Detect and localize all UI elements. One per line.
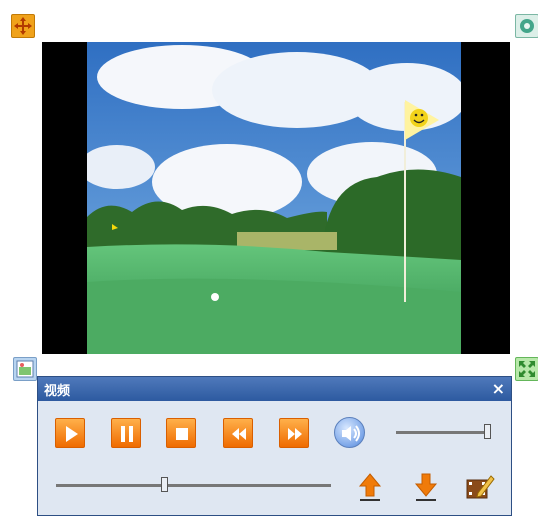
video-edit-icon bbox=[466, 475, 495, 499]
close-button[interactable]: × bbox=[492, 381, 505, 397]
volume-icon bbox=[342, 425, 360, 442]
upload-icon bbox=[358, 473, 382, 501]
stop-button[interactable] bbox=[166, 418, 196, 448]
download-icon bbox=[414, 473, 438, 501]
snapshot-handle-icon[interactable] bbox=[13, 357, 37, 381]
progress-slider[interactable] bbox=[56, 477, 331, 492]
stop-icon bbox=[176, 428, 188, 440]
pause-icon bbox=[121, 426, 133, 442]
play-icon bbox=[66, 426, 78, 442]
move-handle-icon[interactable] bbox=[11, 14, 35, 38]
fast-forward-button[interactable] bbox=[279, 418, 309, 448]
progress-slider-thumb[interactable] bbox=[161, 477, 168, 492]
download-button[interactable] bbox=[410, 471, 442, 503]
pause-button[interactable] bbox=[111, 418, 141, 448]
golf-course-image bbox=[87, 42, 461, 354]
settings-handle-icon[interactable] bbox=[515, 14, 538, 38]
rewind-button[interactable] bbox=[223, 418, 253, 448]
volume-slider[interactable] bbox=[396, 424, 491, 439]
volume-slider-thumb[interactable] bbox=[484, 424, 491, 439]
video-control-panel: 视频 × bbox=[37, 376, 512, 516]
rewind-icon bbox=[232, 428, 246, 440]
fast-forward-icon bbox=[288, 428, 302, 440]
play-button[interactable] bbox=[55, 418, 85, 448]
fullscreen-handle-icon[interactable] bbox=[515, 357, 538, 381]
video-frame bbox=[87, 42, 461, 354]
video-edit-button[interactable] bbox=[464, 471, 496, 503]
video-area[interactable] bbox=[42, 42, 510, 354]
upload-button[interactable] bbox=[354, 471, 386, 503]
panel-title: 视频 bbox=[44, 383, 71, 399]
panel-titlebar[interactable]: 视频 × bbox=[38, 377, 511, 401]
volume-button[interactable] bbox=[334, 417, 365, 448]
